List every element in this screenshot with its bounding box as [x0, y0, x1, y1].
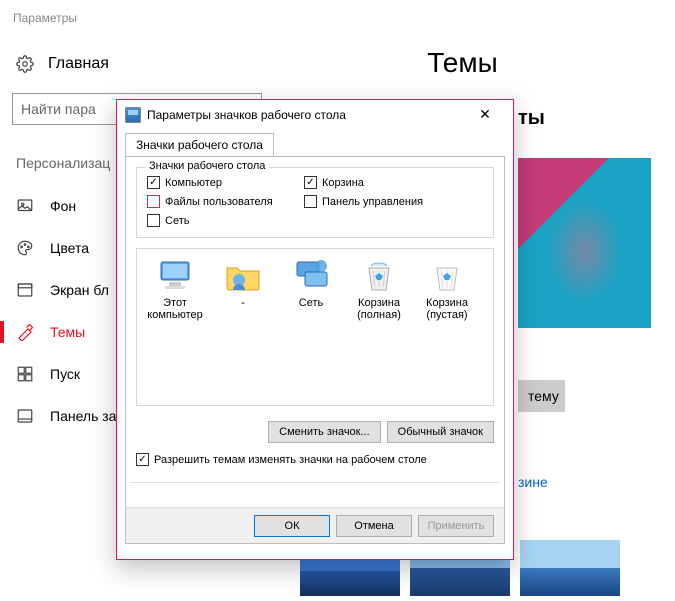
icon-cell-bin-full[interactable]: Корзина (полная) — [345, 257, 413, 321]
cancel-button[interactable]: Отмена — [336, 515, 412, 537]
recycle-bin-full-icon — [359, 257, 399, 295]
sidebar-item-label: Экран бл — [50, 282, 109, 298]
tab-panel: Значки рабочего стола Компьютер Корзина … — [125, 156, 505, 544]
picture-icon — [16, 197, 34, 215]
network-icon — [291, 257, 331, 295]
dialog-system-icon — [125, 107, 141, 123]
checkbox-label: Файлы пользователя — [165, 196, 273, 208]
checkbox-control-panel[interactable]: Панель управления — [304, 195, 483, 208]
store-link-fragment[interactable]: зине — [518, 474, 548, 490]
start-icon — [16, 365, 34, 383]
checkbox-label: Корзина — [322, 177, 364, 189]
recycle-bin-empty-icon — [427, 257, 467, 295]
checkbox-icon — [304, 195, 317, 208]
theme-save-button[interactable]: тему — [518, 380, 565, 412]
icon-preview-grid: Этот компьютер - Сеть — [136, 248, 494, 406]
icon-cell-this-pc[interactable]: Этот компьютер — [141, 257, 209, 321]
theme-preview-image — [518, 158, 651, 328]
icon-label: Этот компьютер — [141, 297, 209, 321]
palette-icon — [16, 239, 34, 257]
checkbox-label: Сеть — [165, 215, 189, 227]
user-folder-icon — [223, 257, 263, 295]
home-label: Главная — [48, 55, 109, 73]
sidebar-item-label: Цвета — [50, 240, 89, 256]
checkbox-label: Панель управления — [322, 196, 423, 208]
checkbox-computer[interactable]: Компьютер — [147, 176, 304, 189]
taskbar-icon — [16, 407, 34, 425]
page-title: Темы — [250, 47, 675, 79]
sidebar-item-label: Темы — [50, 324, 85, 340]
checkbox-icon — [304, 176, 317, 189]
icon-cell-network[interactable]: Сеть — [277, 257, 345, 321]
checkbox-icon — [147, 176, 160, 189]
gear-icon — [16, 55, 34, 73]
dialog-title: Параметры значков рабочего стола — [147, 108, 465, 122]
icon-label: Сеть — [277, 297, 345, 309]
default-icon-button[interactable]: Обычный значок — [387, 421, 494, 443]
checkbox-recycle[interactable]: Корзина — [304, 176, 483, 189]
app-title: Параметры — [0, 0, 675, 25]
checkbox-allow-themes[interactable]: Разрешить темам изменять значки на рабоч… — [136, 453, 427, 466]
sidebar-item-label: Панель за — [50, 408, 116, 424]
checkbox-label: Разрешить темам изменять значки на рабоч… — [154, 454, 427, 466]
ok-button[interactable]: ОК — [254, 515, 330, 537]
desktop-icons-group: Значки рабочего стола Компьютер Корзина … — [136, 167, 494, 238]
checkbox-network[interactable]: Сеть — [147, 214, 304, 227]
desktop-icons-dialog: Параметры значков рабочего стола ✕ Значк… — [116, 99, 514, 560]
change-icon-button[interactable]: Сменить значок... — [268, 421, 381, 443]
theme-button-label: тему — [528, 388, 559, 404]
group-title: Значки рабочего стола — [145, 160, 269, 172]
icon-cell-bin-empty[interactable]: Корзина (пустая) — [413, 257, 481, 321]
icon-label: - — [209, 297, 277, 309]
sidebar-item-home[interactable]: Главная — [12, 49, 278, 79]
apply-button[interactable]: Применить — [418, 515, 494, 537]
checkbox-icon — [147, 195, 160, 208]
checkbox-icon — [136, 453, 149, 466]
checkbox-label: Компьютер — [165, 177, 222, 189]
icon-label: Корзина (пустая) — [413, 297, 481, 321]
icon-cell-user[interactable]: - — [209, 257, 277, 321]
dialog-titlebar[interactable]: Параметры значков рабочего стола ✕ — [117, 100, 513, 129]
dialog-button-bar: ОК Отмена Применить — [126, 507, 504, 543]
sidebar-item-label: Пуск — [50, 366, 80, 382]
checkbox-user-files[interactable]: Файлы пользователя — [147, 195, 304, 208]
checkbox-icon — [147, 214, 160, 227]
theme-thumbnail[interactable] — [520, 540, 620, 596]
icon-label: Корзина (полная) — [345, 297, 413, 321]
close-icon[interactable]: ✕ — [465, 106, 505, 123]
tab-desktop-icons[interactable]: Значки рабочего стола — [125, 133, 274, 156]
sidebar-item-label: Фон — [50, 198, 76, 214]
themes-icon — [16, 323, 34, 341]
computer-icon — [155, 257, 195, 295]
divider — [130, 482, 500, 483]
search-placeholder: Найти пара — [21, 101, 96, 117]
lockscreen-icon — [16, 281, 34, 299]
truncated-header: ты — [518, 107, 545, 130]
